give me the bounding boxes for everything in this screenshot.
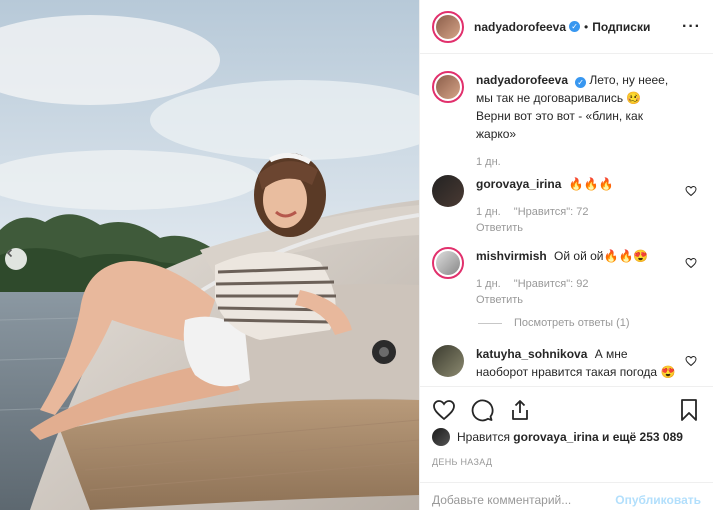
comment-likes-count[interactable]: "Нравится": 92 [514,278,589,290]
post-actions-bar [420,386,713,432]
caption-username[interactable]: nadyadorofeeva [476,73,568,87]
verified-badge-icon: ✓ [569,21,581,32]
comment-likes-count[interactable]: "Нравится": 72 [514,206,589,218]
comment-icon[interactable] [470,398,494,422]
comments-list[interactable]: nadyadorofeeva ✓ Лето, ну неее, мы так не… [420,55,713,385]
caption: nadyadorofeeva ✓ Лето, ну неее, мы так не… [432,71,701,169]
post-photo [0,0,419,510]
post-header: nadyadorofeeva ✓ • Подписки ··· [420,0,713,54]
commenter-avatar[interactable] [432,345,464,377]
post-side-panel: nadyadorofeeva ✓ • Подписки ··· nadyador… [419,0,713,510]
publish-button[interactable]: Опубликовать [615,493,701,507]
commenter-avatar[interactable] [432,247,464,279]
comment-heart-icon[interactable] [685,355,697,367]
comment-username[interactable]: gorovaya_irina [476,177,561,191]
heart-icon[interactable] [432,398,456,422]
verified-badge-icon: ✓ [575,77,587,88]
liker-avatar[interactable] [432,428,450,446]
author-username[interactable]: nadyadorofeeva [474,20,566,34]
add-comment-input[interactable] [432,493,616,507]
comment-username[interactable]: katuyha_sohnikova [476,347,587,361]
post-date[interactable]: ДЕНЬ НАЗАД [432,457,492,467]
reply-button[interactable]: Ответить [476,219,679,237]
add-comment-bar: Опубликовать [420,482,713,510]
bookmark-icon[interactable] [677,398,701,422]
following-button[interactable]: Подписки [592,20,650,34]
comment-item: mishvirmish Ой ой ой🔥🔥😍 1 дн. "Нравится"… [432,247,701,309]
more-options-icon[interactable]: ··· [682,18,701,36]
view-replies-label: Посмотреть ответы (1) [514,317,630,329]
comment-username[interactable]: mishvirmish [476,249,547,263]
view-replies-button[interactable]: Посмотреть ответы (1) [478,317,701,329]
comment-item: katuyha_sohnikova А мне наоборот нравитс… [432,345,701,385]
caption-age[interactable]: 1 дн. [476,156,501,168]
reply-button[interactable]: Ответить [476,291,679,309]
comment-item: gorovaya_irina 🔥🔥🔥 1 дн. "Нравится": 72 … [432,175,701,237]
comment-meta: 1 дн. "Нравится": 72 [476,205,679,219]
likes-prefix: Нравится [457,430,510,444]
separator-dot: • [584,19,589,34]
photo-image [0,0,419,510]
commenter-avatar[interactable] [432,175,464,207]
replies-divider-line [478,322,502,324]
likes-summary: Нравится gorovaya_irina и ещё 253 089 [432,428,701,446]
carousel-prev-button[interactable] [5,248,27,270]
share-icon[interactable] [508,398,532,422]
author-avatar[interactable] [432,71,464,103]
comment-meta: 1 дн. "Нравится": 92 [476,277,679,291]
comment-heart-icon[interactable] [685,185,697,197]
comment-age[interactable]: 1 дн. [476,206,501,218]
comment-text: Ой ой ой🔥🔥😍 [554,249,649,263]
likes-count[interactable]: и ещё 253 089 [602,430,683,444]
caption-meta: 1 дн. [476,155,679,169]
comment-heart-icon[interactable] [685,257,697,269]
liker-username[interactable]: gorovaya_irina [513,430,598,444]
comment-age[interactable]: 1 дн. [476,278,501,290]
comment-text: 🔥🔥🔥 [568,177,614,191]
author-avatar[interactable] [432,10,464,43]
